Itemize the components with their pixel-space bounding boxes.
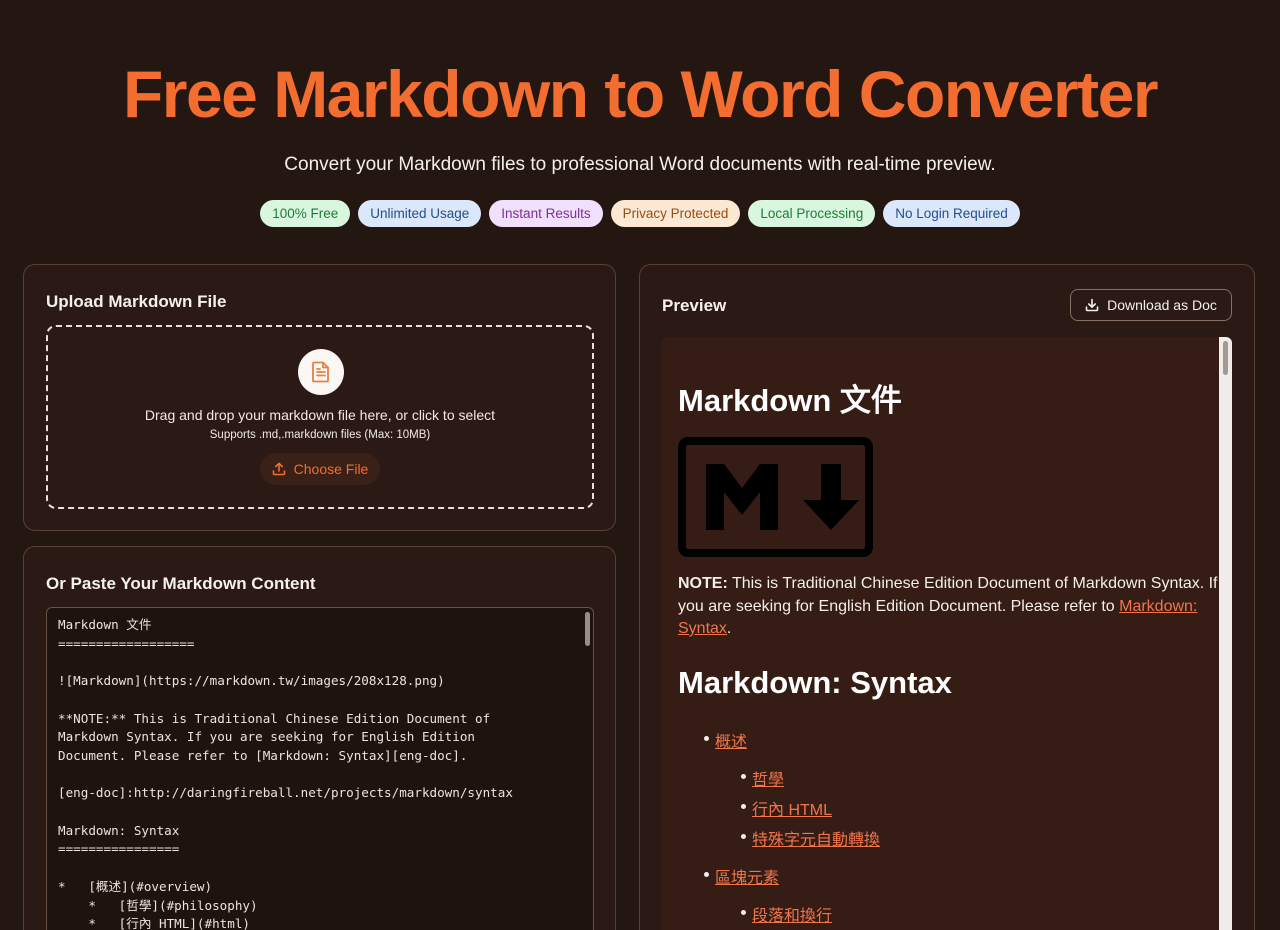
choose-file-button[interactable]: Choose File bbox=[260, 453, 380, 485]
toc-bullet bbox=[741, 804, 746, 809]
upload-card: Upload Markdown File Drag and drop your … bbox=[23, 264, 616, 531]
preview-scroll-thumb[interactable] bbox=[1223, 341, 1228, 375]
preview-note: NOTE: This is Traditional Chinese Editio… bbox=[678, 573, 1218, 641]
toc-bullet bbox=[741, 834, 746, 839]
page-subtitle: Convert your Markdown files to professio… bbox=[284, 154, 996, 175]
upload-icon bbox=[272, 462, 285, 476]
badge-local: Local Processing bbox=[748, 200, 876, 227]
editor-scrollbar[interactable] bbox=[585, 612, 590, 646]
markdown-textarea[interactable]: Markdown 文件 ================== ![Markdow… bbox=[46, 607, 594, 930]
preview-pane: Markdown 文件 NOTE: This is Traditional Ch… bbox=[662, 337, 1232, 930]
toc-item-block[interactable]: 區塊元素 bbox=[715, 864, 779, 888]
preview-title: Preview bbox=[662, 296, 727, 315]
preview-heading-1: Markdown 文件 bbox=[678, 383, 902, 418]
choose-file-label: Choose File bbox=[293, 461, 369, 477]
file-icon bbox=[298, 349, 344, 395]
toc-bullet bbox=[741, 774, 746, 779]
badge-unlimited: Unlimited Usage bbox=[358, 200, 482, 227]
toc-bullet bbox=[704, 872, 709, 877]
markdown-logo bbox=[678, 437, 873, 557]
feature-badges: 100% Free Unlimited Usage Instant Result… bbox=[0, 200, 1280, 227]
note-label: NOTE: bbox=[678, 575, 728, 592]
drop-instructions: Drag and drop your markdown file here, o… bbox=[144, 407, 496, 423]
badge-no-login: No Login Required bbox=[883, 200, 1020, 227]
toc-item-html[interactable]: 行內 HTML bbox=[752, 796, 832, 820]
markdown-content: Markdown 文件 ================== ![Markdow… bbox=[58, 617, 513, 930]
preview-scrollbar[interactable] bbox=[1219, 337, 1232, 930]
badge-privacy: Privacy Protected bbox=[610, 200, 741, 227]
upload-card-title: Upload Markdown File bbox=[46, 292, 227, 311]
toc-bullet bbox=[741, 910, 746, 915]
toc-item-paragraphs[interactable]: 段落和換行 bbox=[752, 902, 832, 926]
toc-item-autoescape[interactable]: 特殊字元自動轉換 bbox=[752, 826, 880, 850]
badge-instant: Instant Results bbox=[489, 200, 603, 227]
toc-item-overview[interactable]: 概述 bbox=[715, 728, 747, 752]
download-doc-button[interactable]: Download as Doc bbox=[1070, 289, 1232, 321]
paste-card-title: Or Paste Your Markdown Content bbox=[46, 574, 316, 593]
preview-heading-2: Markdown: Syntax bbox=[678, 665, 952, 700]
toc-item-philosophy[interactable]: 哲學 bbox=[752, 766, 784, 790]
download-icon bbox=[1085, 298, 1099, 312]
preview-card: Preview Download as Doc Markdown 文件 NOTE… bbox=[639, 264, 1255, 930]
toc-bullet bbox=[704, 736, 709, 741]
upload-dropzone[interactable]: Drag and drop your markdown file here, o… bbox=[46, 325, 594, 509]
note-end: . bbox=[726, 620, 732, 637]
page-title: Free Markdown to Word Converter bbox=[122, 57, 1159, 131]
paste-card: Or Paste Your Markdown Content Markdown … bbox=[23, 546, 616, 930]
download-doc-label: Download as Doc bbox=[1107, 297, 1217, 313]
supported-formats: Supports .md,.markdown files (Max: 10MB) bbox=[209, 429, 431, 441]
badge-free: 100% Free bbox=[260, 200, 351, 227]
